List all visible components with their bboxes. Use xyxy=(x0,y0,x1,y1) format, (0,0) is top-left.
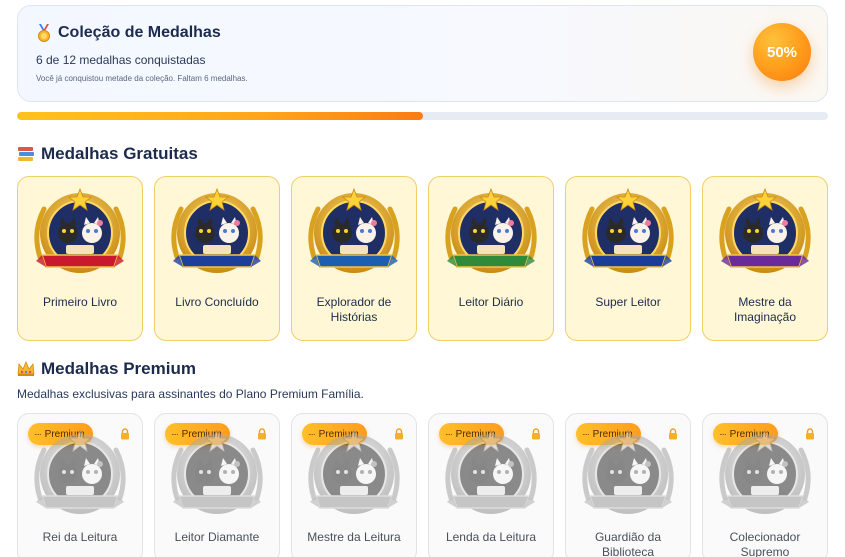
free-medal-card[interactable]: Livro Concluído xyxy=(154,176,280,341)
premium-medal-card[interactable]: ···· Premium Leitor Diamante xyxy=(154,413,280,557)
medal-name: Mestre da Imaginação xyxy=(733,295,797,324)
premium-medal-card[interactable]: ···· Premium Colecionador Supremo xyxy=(702,413,828,557)
free-medal-card[interactable]: Primeiro Livro xyxy=(17,176,143,341)
medal-emblem xyxy=(171,428,263,514)
free-medal-card[interactable]: Mestre da Imaginação xyxy=(702,176,828,341)
medal-count-text: 6 de 12 medalhas conquistadas xyxy=(36,53,206,67)
premium-medal-card[interactable]: ···· Premium Guardião da Biblioteca xyxy=(565,413,691,557)
premium-medal-card[interactable]: ···· Premium Rei da Leitura xyxy=(17,413,143,557)
medal-name: Leitor Diário xyxy=(458,295,524,309)
premium-medal-card[interactable]: ···· Premium Mestre da Leitura xyxy=(291,413,417,557)
premium-section-subtitle: Medalhas exclusivas para assinantes do P… xyxy=(17,387,364,401)
medal-name: Livro Concluído xyxy=(175,295,259,309)
medal-emblem xyxy=(582,428,674,514)
collection-summary-card: Coleção de Medalhas 6 de 12 medalhas con… xyxy=(17,5,828,102)
medal-emblem xyxy=(171,187,263,273)
medal-name: Mestre da Leitura xyxy=(307,530,401,544)
medal-emblem xyxy=(308,428,400,514)
medal-emblem xyxy=(308,187,400,273)
free-medal-card[interactable]: Super Leitor xyxy=(565,176,691,341)
premium-medals-grid: ···· Premium Rei da Leitura ···· Premium Leit… xyxy=(17,413,828,557)
medal-emblem xyxy=(445,428,537,514)
medal-icon xyxy=(38,24,50,42)
collection-progress-bar xyxy=(17,112,828,120)
progress-fill xyxy=(17,112,423,120)
free-section-title-text: Medalhas Gratuitas xyxy=(41,144,198,163)
percent-badge: 50% xyxy=(753,23,811,81)
medal-emblem xyxy=(445,187,537,273)
medal-name: Primeiro Livro xyxy=(42,295,117,309)
medal-emblem xyxy=(719,428,811,514)
medal-name: Rei da Leitura xyxy=(42,530,118,544)
medal-name: Super Leitor xyxy=(595,295,661,309)
premium-medal-card[interactable]: ···· Premium Lenda da Leitura xyxy=(428,413,554,557)
medal-emblem xyxy=(34,428,126,514)
books-icon xyxy=(18,147,34,161)
medal-emblem xyxy=(719,187,811,273)
medal-name: Colecionador Supremo xyxy=(729,530,801,557)
collection-title: Coleção de Medalhas xyxy=(36,24,221,42)
premium-section-title: Medalhas Premium xyxy=(17,359,196,379)
medal-emblem xyxy=(34,187,126,273)
free-medal-card[interactable]: Explorador de Histórias xyxy=(291,176,417,341)
free-medal-card[interactable]: Leitor Diário xyxy=(428,176,554,341)
free-section-title: Medalhas Gratuitas xyxy=(17,144,198,164)
collection-hint-text: Você já conquistou metade da coleção. Fa… xyxy=(36,74,248,83)
collection-title-text: Coleção de Medalhas xyxy=(58,24,221,41)
free-medals-grid: Primeiro Livro Livro Concluído Explorador … xyxy=(17,176,828,341)
crown-icon xyxy=(17,361,35,376)
medal-emblem xyxy=(582,187,674,273)
medal-name: Leitor Diamante xyxy=(174,530,260,544)
medal-name: Lenda da Leitura xyxy=(445,530,537,544)
medal-name: Explorador de Histórias xyxy=(316,295,392,324)
medal-name: Guardião da Biblioteca xyxy=(594,530,662,557)
premium-section-title-text: Medalhas Premium xyxy=(41,359,196,378)
